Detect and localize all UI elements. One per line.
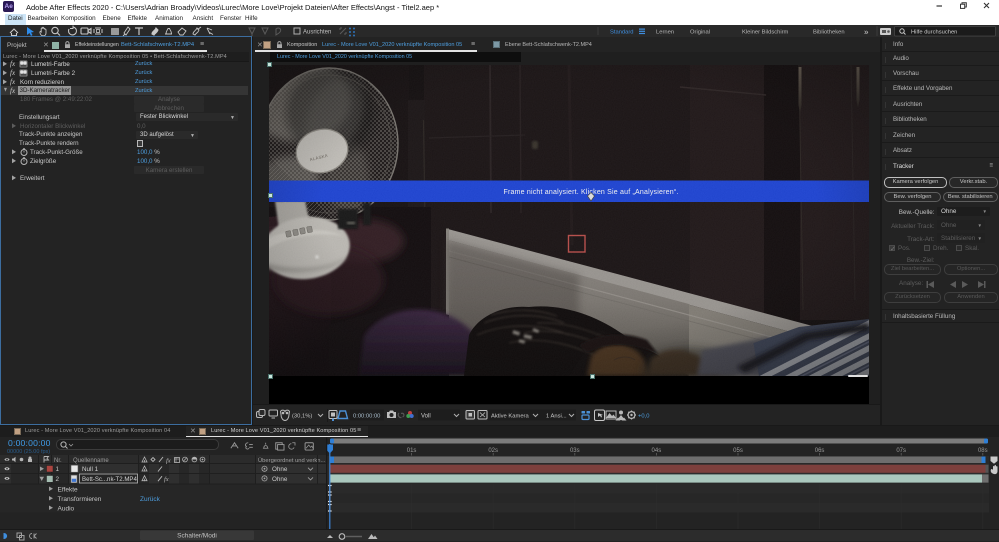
svg-text:Null 1: Null 1	[82, 466, 99, 473]
svg-text:Schalter/Modi: Schalter/Modi	[177, 532, 217, 539]
svg-text:(30,1%): (30,1%)	[292, 413, 312, 419]
svg-text:Original: Original	[690, 30, 710, 36]
svg-text:Ausrichten: Ausrichten	[303, 30, 331, 36]
svg-text:Ohne: Ohne	[272, 475, 288, 482]
svg-text:0:00:00:00: 0:00:00:00	[353, 413, 380, 419]
svg-text:Hilfe durchsuchen: Hilfe durchsuchen	[911, 30, 957, 36]
svg-text:Audio: Audio	[58, 505, 75, 512]
svg-text:1: 1	[56, 466, 60, 473]
svg-text:Aktive Kamera: Aktive Kamera	[491, 413, 529, 419]
svg-text:fx: fx	[164, 476, 169, 483]
svg-text:1 Ansi...: 1 Ansi...	[546, 413, 567, 419]
svg-text:Transformieren: Transformieren	[58, 495, 102, 502]
svg-text:»: »	[864, 28, 869, 37]
svg-text:2: 2	[56, 476, 60, 483]
svg-text:Kleiner Bildschirm: Kleiner Bildschirm	[742, 30, 789, 36]
svg-text:+0,0: +0,0	[638, 413, 649, 419]
svg-text:Ohne: Ohne	[272, 466, 288, 473]
svg-text:Lernen: Lernen	[656, 30, 674, 36]
svg-text:Bibliotheken: Bibliotheken	[813, 30, 845, 36]
svg-text:Effekte: Effekte	[58, 486, 79, 493]
svg-text:Bett-Sc...nk-T2.MP4: Bett-Sc...nk-T2.MP4	[82, 475, 137, 482]
svg-text:Voll: Voll	[421, 413, 431, 419]
svg-text:Zurück: Zurück	[140, 495, 161, 502]
svg-text:Standard: Standard	[610, 30, 634, 36]
